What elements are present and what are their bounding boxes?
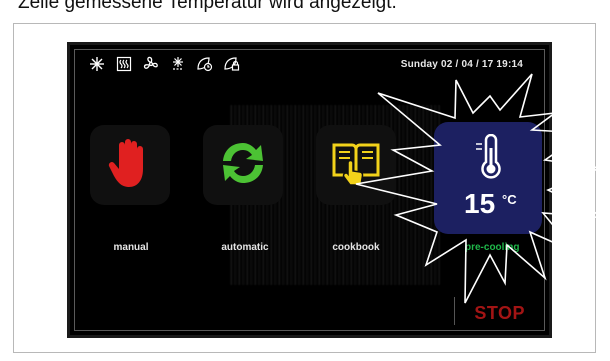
- status-icon-bar: [88, 55, 241, 73]
- date-time-display: Sunday 02 / 04 / 17 19:14: [400, 59, 523, 70]
- manual-label: manual: [113, 242, 149, 253]
- leaf-lock-icon: [223, 55, 241, 73]
- automatic-label: automatic: [221, 242, 269, 253]
- snowflake-icon: [88, 55, 106, 73]
- caption-text: Zeile gemessene Temperatur wird angezeig…: [18, 0, 397, 13]
- cycle-arrows-icon: [217, 137, 269, 194]
- control-panel-screen: Sunday 02 / 04 / 17 19:14 manual automat…: [67, 42, 552, 338]
- cookbook-label: cookbook: [332, 242, 380, 253]
- automatic-mode-button[interactable]: [203, 125, 283, 205]
- cookbook-button[interactable]: [316, 125, 396, 205]
- pre-cooling-button[interactable]: 15 °C: [434, 122, 542, 234]
- temperature-value: 15: [464, 188, 496, 219]
- fan-icon: [142, 55, 160, 73]
- thermometer-icon: [474, 133, 504, 185]
- book-touch-icon: [330, 137, 382, 194]
- stop-separator: [454, 297, 455, 325]
- pre-cooling-label: pre-cooling: [465, 242, 520, 253]
- temperature-unit: °C: [502, 192, 517, 207]
- stop-button[interactable]: STOP: [474, 303, 525, 324]
- defrost-heater-icon: [115, 55, 133, 73]
- manual-mode-button[interactable]: [90, 125, 170, 205]
- frost-icon: [169, 55, 187, 73]
- hand-icon: [107, 137, 153, 194]
- leaf-clock-icon: [196, 55, 214, 73]
